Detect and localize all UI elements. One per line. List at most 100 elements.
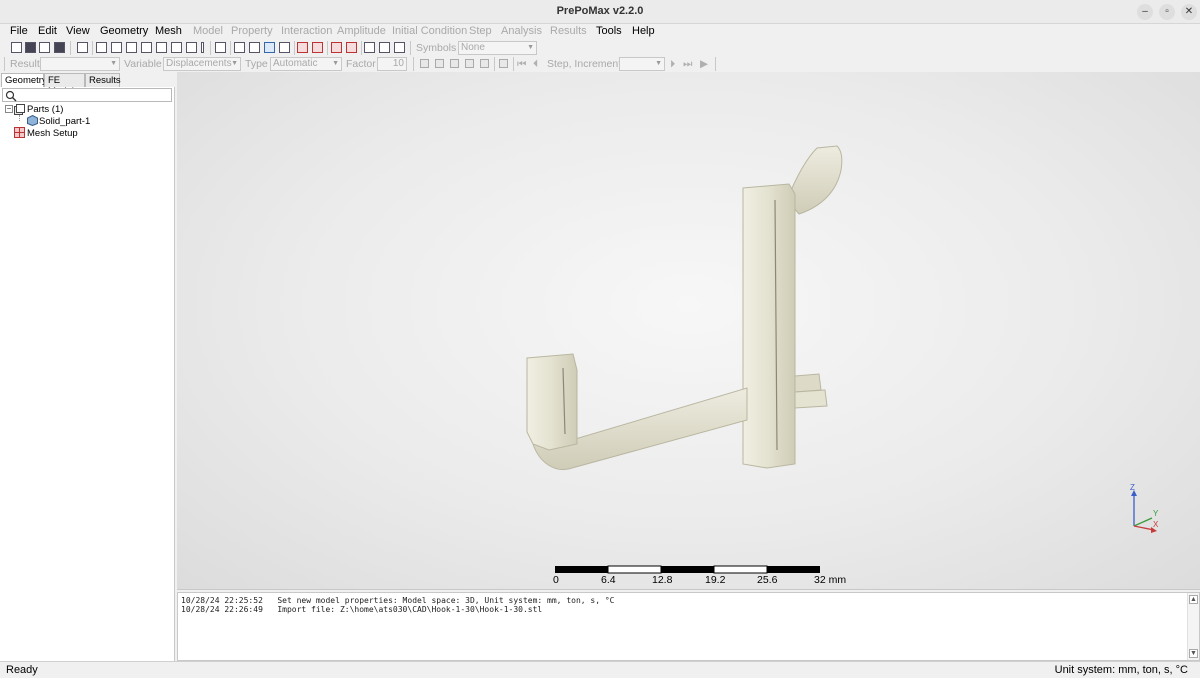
menu-interaction[interactable]: Interaction	[281, 25, 332, 37]
view-right-icon[interactable]	[171, 42, 182, 53]
view-top-icon[interactable]	[126, 42, 137, 53]
result-label: Result	[10, 58, 40, 70]
tree-item-solid-part[interactable]: Solid_part-1	[39, 116, 90, 127]
chevron-down-icon: ▼	[332, 60, 339, 67]
zoom-to-fit-icon[interactable]	[77, 42, 88, 53]
import-icon[interactable]	[39, 42, 50, 53]
menu-geometry[interactable]: Geometry	[100, 25, 148, 37]
chevron-down-icon: ▼	[655, 60, 662, 67]
next-increment-icon[interactable]: ⏵	[670, 58, 675, 71]
tab-results[interactable]: Results	[85, 73, 121, 87]
query-icon[interactable]	[331, 42, 342, 53]
window-title: PrePoMax v2.2.0	[556, 5, 644, 17]
menu-bar: File Edit View Geometry Mesh Model Prope…	[0, 24, 1200, 40]
scale-tick-2: 12.8	[652, 574, 673, 586]
toolbar-separator	[413, 57, 414, 71]
symbols-dropdown[interactable]: None ▼	[458, 41, 537, 55]
undeformed-icon[interactable]	[420, 59, 429, 68]
remove-annotations-icon[interactable]	[346, 42, 357, 53]
show-only-icon[interactable]	[394, 42, 405, 53]
hide-elements-icon[interactable]	[312, 42, 323, 53]
menu-analysis[interactable]: Analysis	[501, 25, 542, 37]
contours-icon[interactable]	[465, 59, 474, 68]
hook-model[interactable]	[526, 145, 843, 470]
explode-icon[interactable]	[297, 42, 308, 53]
menu-model[interactable]: Model	[193, 25, 223, 37]
view-front-icon[interactable]	[96, 42, 107, 53]
first-increment-icon[interactable]: ⏮	[517, 58, 526, 71]
menu-edit[interactable]: Edit	[38, 25, 57, 37]
save-icon[interactable]	[54, 42, 65, 53]
3d-viewport[interactable]: 0 6.4 12.8 19.2 25.6 32 mm Z Y X	[177, 72, 1200, 590]
symbols-label: Symbols	[416, 42, 457, 54]
menu-file[interactable]: File	[10, 25, 28, 37]
toolbar-separator	[210, 41, 211, 55]
output-console[interactable]: 10/28/24 22:25:52 Set new model properti…	[177, 592, 1200, 661]
mesh-setup-icon	[14, 127, 25, 138]
menu-tools[interactable]: Tools	[596, 25, 622, 37]
new-file-icon[interactable]	[11, 42, 22, 53]
menu-mesh[interactable]: Mesh	[155, 25, 182, 37]
toolbar-separator	[4, 57, 5, 71]
scale-tick-1: 6.4	[601, 574, 616, 586]
console-scrollbar[interactable]: ▲ ▼	[1187, 593, 1199, 660]
menu-initial-condition[interactable]: Initial Condition	[392, 25, 467, 37]
unit-system-text: Unit system: mm, ton, s, °C	[1054, 664, 1188, 676]
menu-view[interactable]: View	[66, 25, 90, 37]
shaded-edges-icon[interactable]	[249, 42, 260, 53]
collapse-icon[interactable]: −	[5, 105, 13, 113]
view-back-icon[interactable]	[111, 42, 122, 53]
view-left-icon[interactable]	[156, 42, 167, 53]
model-tree-panel: Geometry FE Model Results − Parts (1) So…	[0, 72, 175, 661]
tree-item-mesh-setup[interactable]: Mesh Setup	[27, 128, 78, 139]
triad-z-label: Z	[1130, 483, 1135, 492]
menu-step[interactable]: Step	[469, 25, 492, 37]
results-toolbar: Result ▼ Variable Displacements ▼ Type A…	[0, 56, 1200, 72]
color-contours-icon[interactable]	[450, 59, 459, 68]
minimize-icon[interactable]: –	[1137, 4, 1153, 20]
maximize-icon[interactable]: ▫	[1159, 4, 1175, 20]
view-normal-icon[interactable]	[186, 42, 197, 53]
section-view-icon[interactable]	[279, 42, 290, 53]
animate-icon[interactable]	[499, 59, 508, 68]
view-bottom-icon[interactable]	[141, 42, 152, 53]
show-icon[interactable]	[364, 42, 375, 53]
toolbar-separator	[513, 57, 514, 71]
variable-dropdown[interactable]: Displacements ▼	[163, 57, 241, 71]
shaded-icon[interactable]	[264, 42, 275, 53]
factor-input[interactable]: 10	[377, 57, 407, 71]
open-file-icon[interactable]	[25, 42, 36, 53]
toolbar-separator	[715, 57, 716, 71]
toolbar-separator	[294, 41, 295, 55]
console-line: 10/28/24 22:26:49 Import file: Z:\home\a…	[181, 605, 543, 614]
vertical-view-icon[interactable]	[201, 42, 204, 53]
min-max-icon[interactable]	[480, 59, 489, 68]
previous-increment-icon[interactable]: ⏴	[533, 58, 538, 71]
tab-fe-model[interactable]: FE Model	[44, 73, 85, 97]
type-dropdown[interactable]: Automatic ▼	[270, 57, 342, 71]
tree-search-input[interactable]	[2, 88, 172, 102]
tab-geometry[interactable]: Geometry	[1, 73, 47, 87]
search-icon	[5, 90, 17, 102]
menu-results[interactable]: Results	[550, 25, 587, 37]
result-dropdown[interactable]: ▼	[40, 57, 120, 71]
isometric-view-icon[interactable]	[215, 42, 226, 53]
scroll-down-icon[interactable]: ▼	[1189, 649, 1198, 658]
last-increment-icon[interactable]: ⏭	[683, 58, 692, 71]
scroll-up-icon[interactable]: ▲	[1189, 595, 1198, 604]
viewport-canvas	[526, 145, 1157, 574]
menu-amplitude[interactable]: Amplitude	[337, 25, 386, 37]
step-increment-dropdown[interactable]: ▼	[619, 57, 665, 71]
scale-tick-4: 25.6	[757, 574, 778, 586]
console-line: 10/28/24 22:25:52 Set new model properti…	[181, 596, 615, 605]
solid-part-icon	[27, 115, 38, 126]
close-icon[interactable]: ✕	[1181, 4, 1197, 20]
menu-help[interactable]: Help	[632, 25, 655, 37]
deformed-icon[interactable]	[435, 59, 444, 68]
hide-icon[interactable]	[379, 42, 390, 53]
play-icon[interactable]: ▶	[700, 58, 708, 70]
step-increment-label: Step, Increment	[547, 58, 622, 70]
menu-property[interactable]: Property	[231, 25, 273, 37]
wireframe-icon[interactable]	[234, 42, 245, 53]
tree-item-parts[interactable]: Parts (1)	[27, 104, 63, 115]
